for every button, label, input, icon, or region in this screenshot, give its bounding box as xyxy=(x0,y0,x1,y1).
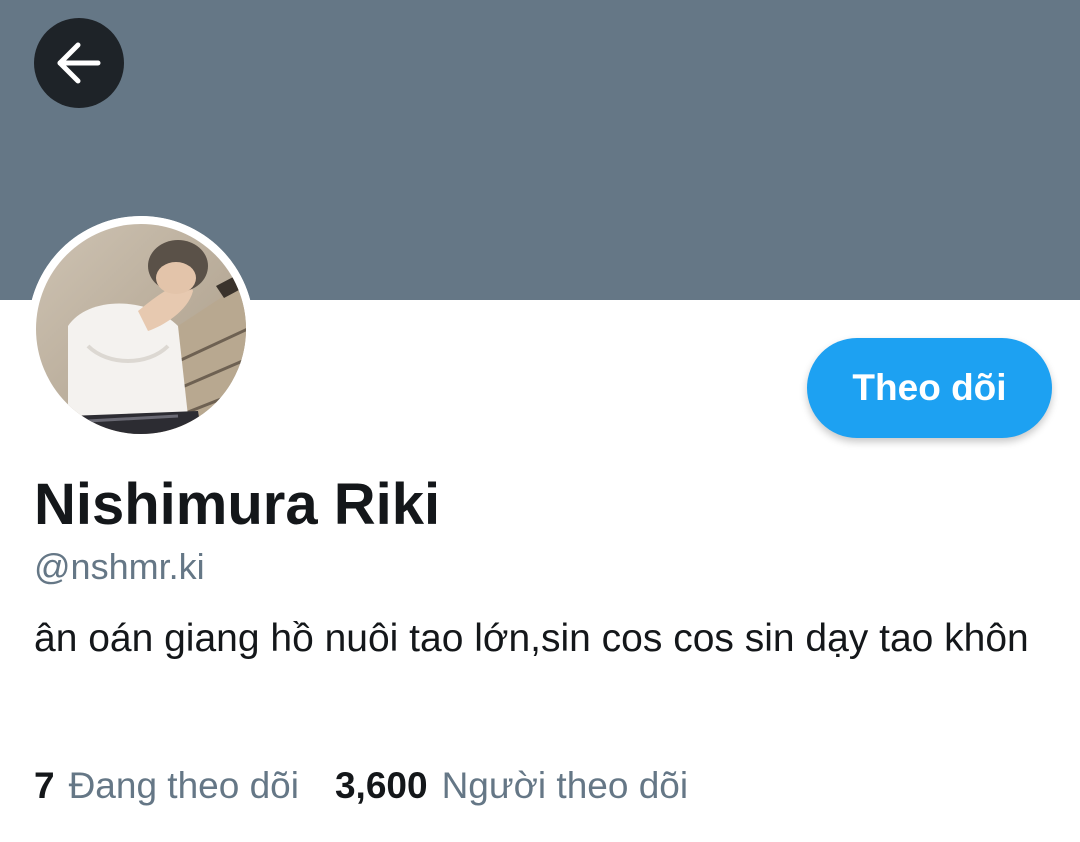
follow-button-label: Theo dõi xyxy=(852,367,1007,408)
back-button[interactable] xyxy=(34,18,124,108)
profile-page: Theo dõi Nishimura Riki @nshmr.ki ân oán… xyxy=(0,0,1080,842)
follow-button[interactable]: Theo dõi xyxy=(807,338,1052,438)
arrow-left-icon xyxy=(57,42,101,84)
followers-stat[interactable]: 3,600 Người theo dõi xyxy=(335,762,688,810)
followers-count: 3,600 xyxy=(334,765,428,806)
user-handle: @nshmr.ki xyxy=(34,546,205,587)
followers-label: Người theo dõi xyxy=(441,765,689,806)
profile-bio: ân oán giang hồ nuôi tao lớn,sin cos cos… xyxy=(34,617,1029,660)
display-name: Nishimura Riki xyxy=(34,472,441,537)
avatar[interactable] xyxy=(28,216,254,442)
following-count: 7 xyxy=(34,765,55,806)
profile-stats: 7 Đang theo dõi 3,600 Người theo dõi xyxy=(34,762,688,810)
following-stat[interactable]: 7 Đang theo dõi xyxy=(34,762,299,810)
profile-photo xyxy=(28,216,254,442)
following-label: Đang theo dõi xyxy=(68,765,299,806)
